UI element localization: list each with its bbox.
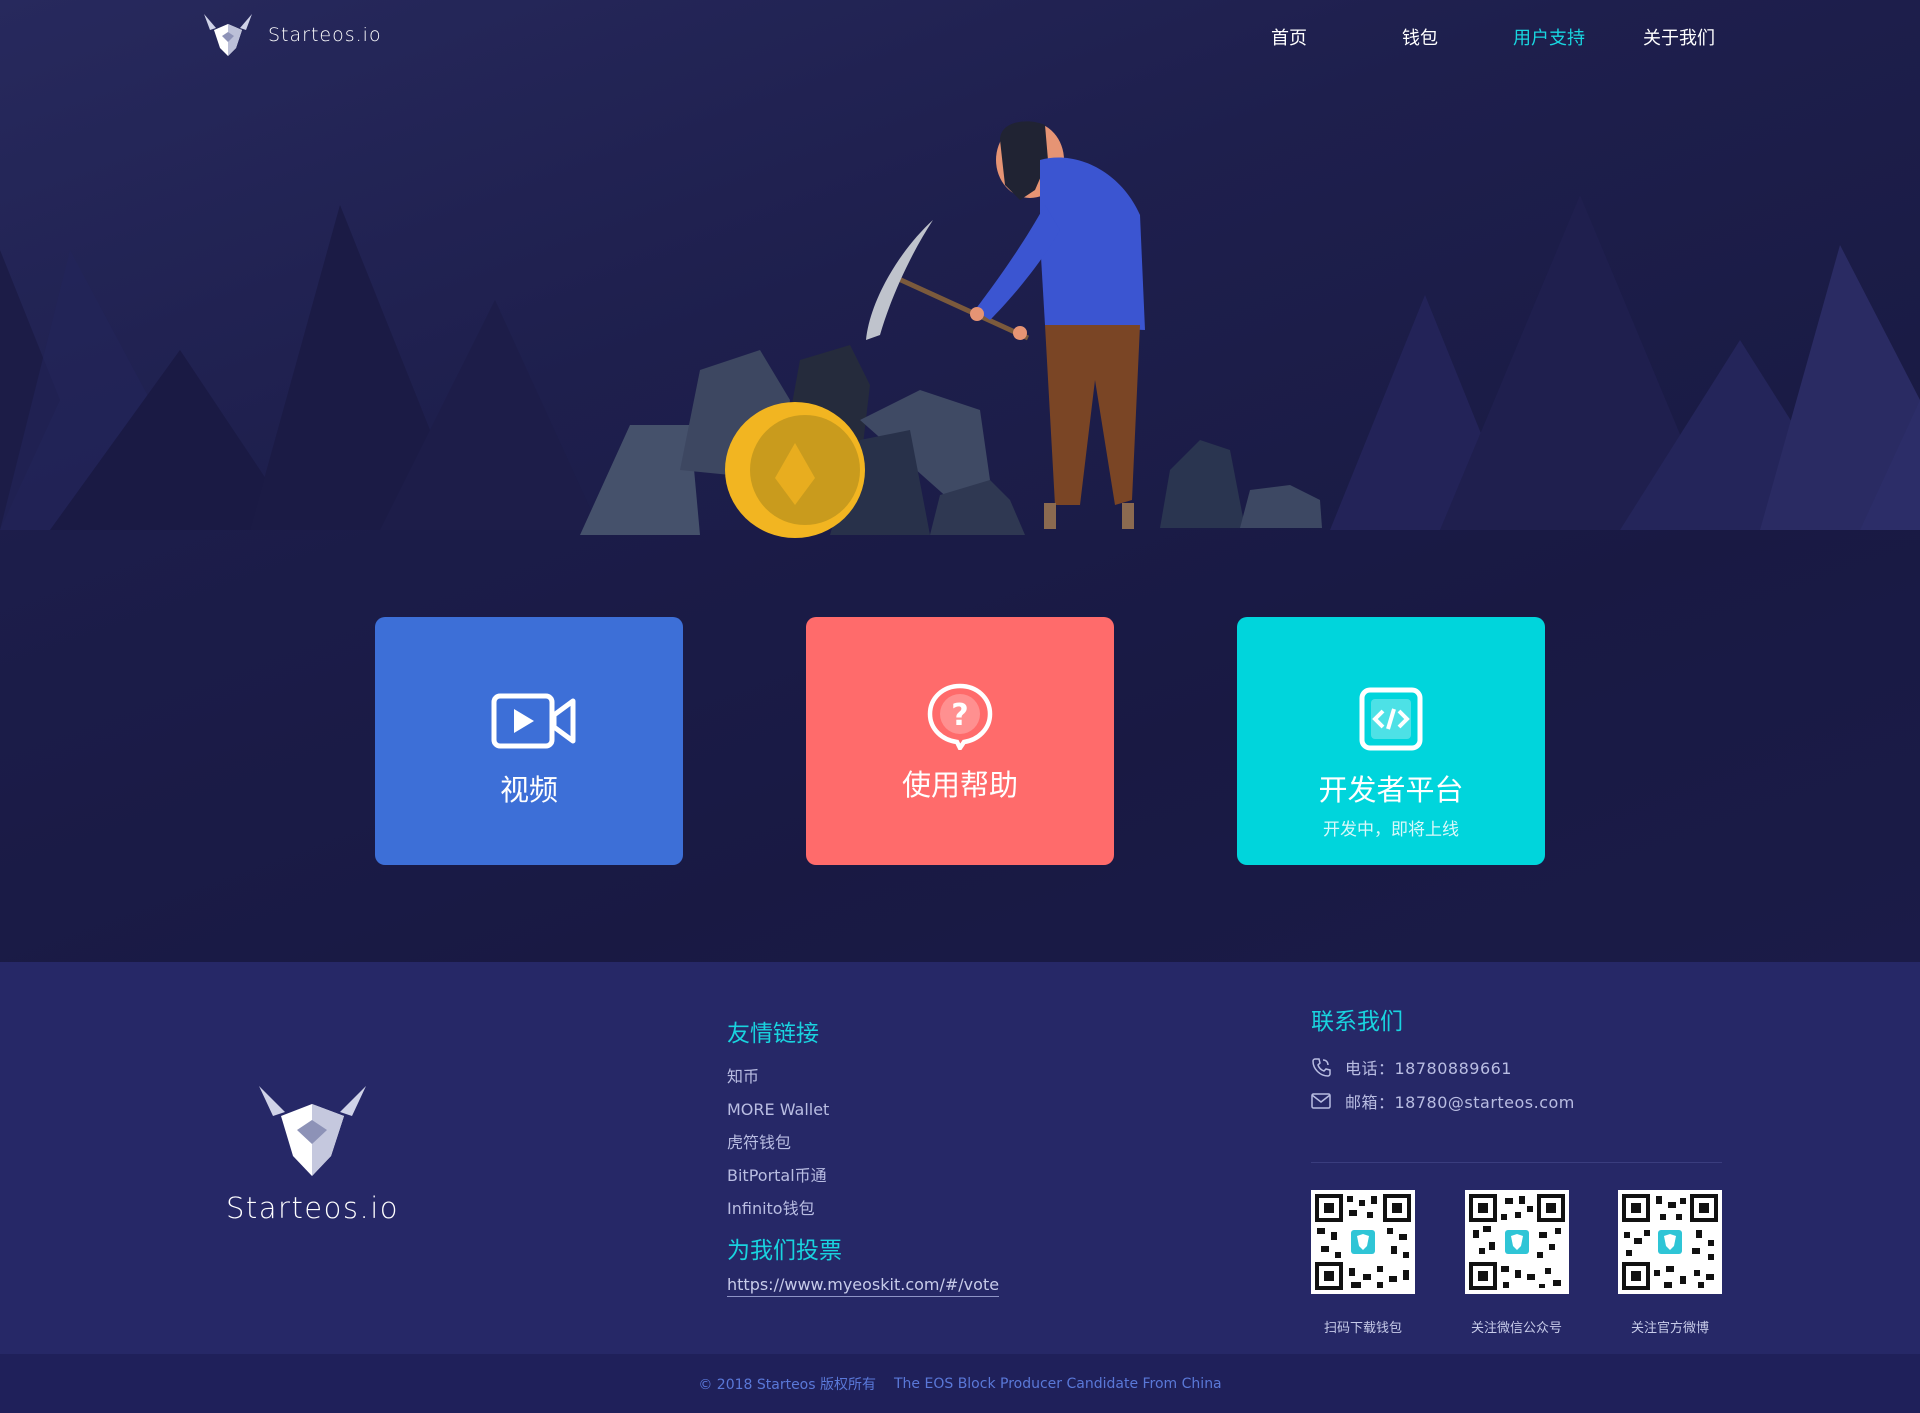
phone-icon bbox=[1312, 1058, 1331, 1077]
copyright-bar: © 2018 Starteos 版权所有 The EOS Block Produ… bbox=[0, 1354, 1920, 1413]
qr-code-icon bbox=[1464, 1190, 1569, 1294]
contact-section: 联系我们 电话：18780889661 邮箱：18780@starteos.co… bbox=[1311, 1002, 1722, 1336]
nav-item-home[interactable]: 首页 bbox=[1271, 24, 1307, 50]
contact-phone: 电话：18780889661 bbox=[1311, 1050, 1722, 1084]
video-card[interactable]: 视频 bbox=[375, 617, 683, 865]
help-card-label: 使用帮助 bbox=[901, 768, 1018, 802]
link-bitportal[interactable]: BitPortal币通 bbox=[727, 1159, 1087, 1192]
contact-list: 电话：18780889661 邮箱：18780@starteos.com bbox=[1311, 1050, 1722, 1118]
qr-weibo: 关注官方微博 bbox=[1618, 1190, 1722, 1336]
developer-card-label: 开发者平台 bbox=[1318, 773, 1464, 807]
mail-icon bbox=[1311, 1093, 1331, 1109]
footer-brand-logo[interactable]: Starteos.io bbox=[225, 1082, 400, 1225]
help-card[interactable]: ? 使用帮助 bbox=[806, 617, 1114, 865]
copyright-text: © 2018 Starteos 版权所有 bbox=[698, 1376, 876, 1393]
qr-download-wallet: 扫码下载钱包 bbox=[1311, 1190, 1415, 1336]
hero-section: Starteos.io 首页 钱包 用户支持 关于我们 视频 ? 使用帮助 开发… bbox=[0, 0, 1920, 962]
qr-code-icon bbox=[1311, 1190, 1415, 1294]
nav-item-support[interactable]: 用户支持 bbox=[1513, 24, 1585, 50]
qr-weibo-label: 关注官方微博 bbox=[1630, 1321, 1709, 1336]
top-navbar: Starteos.io 首页 钱包 用户支持 关于我们 bbox=[0, 0, 1920, 80]
qr-download-wallet-label: 扫码下载钱包 bbox=[1323, 1321, 1402, 1336]
link-hufu-wallet[interactable]: 虎符钱包 bbox=[727, 1126, 1087, 1159]
starteos-logo-icon bbox=[259, 1086, 366, 1176]
qr-codes: 扫码下载钱包 关注微信公众号 关注官方微博 bbox=[1311, 1190, 1722, 1336]
footer-brand-name: Starteos.io bbox=[225, 1191, 400, 1225]
link-more-wallet[interactable]: MORE Wallet bbox=[727, 1093, 1087, 1126]
footer: Starteos.io 友情链接 知币 MORE Wallet 虎符钱包 Bit… bbox=[0, 962, 1920, 1354]
main-nav: 首页 钱包 用户支持 关于我们 bbox=[0, 24, 1920, 54]
contact-phone-text: 电话：18780889661 bbox=[1345, 1059, 1512, 1078]
contact-email: 邮箱：18780@starteos.com bbox=[1311, 1084, 1722, 1118]
contact-email-text: 邮箱：18780@starteos.com bbox=[1345, 1093, 1575, 1112]
tagline-text: The EOS Block Producer Candidate From Ch… bbox=[894, 1375, 1222, 1392]
vote-link[interactable]: https://www.myeoskit.com/#/vote bbox=[727, 1275, 1000, 1297]
vote-title: 为我们投票 bbox=[727, 1238, 842, 1264]
link-infinito[interactable]: Infinito钱包 bbox=[727, 1192, 1087, 1225]
svg-text:?: ? bbox=[951, 698, 968, 733]
links-title: 友情链接 bbox=[727, 1021, 819, 1047]
friendly-links-section: 友情链接 知币 MORE Wallet 虎符钱包 BitPortal币通 Inf… bbox=[727, 1014, 1087, 1297]
video-card-label: 视频 bbox=[499, 773, 558, 807]
video-camera-icon bbox=[491, 693, 576, 749]
nav-item-wallet[interactable]: 钱包 bbox=[1402, 24, 1438, 50]
question-bubble-icon: ? bbox=[927, 683, 993, 750]
nav-item-about[interactable]: 关于我们 bbox=[1643, 24, 1715, 50]
code-icon bbox=[1359, 687, 1423, 751]
links-list: 知币 MORE Wallet 虎符钱包 BitPortal币通 Infinito… bbox=[727, 1060, 1087, 1225]
contact-divider bbox=[1311, 1162, 1722, 1163]
link-zhibi[interactable]: 知币 bbox=[727, 1060, 1087, 1093]
developer-card[interactable]: 开发者平台 开发中，即将上线 bbox=[1237, 617, 1545, 865]
developer-card-subtitle: 开发中，即将上线 bbox=[1323, 820, 1459, 840]
contact-title: 联系我们 bbox=[1311, 1009, 1403, 1035]
qr-code-icon bbox=[1618, 1190, 1722, 1294]
qr-wechat: 关注微信公众号 bbox=[1464, 1190, 1569, 1336]
qr-wechat-label: 关注微信公众号 bbox=[1470, 1321, 1562, 1336]
